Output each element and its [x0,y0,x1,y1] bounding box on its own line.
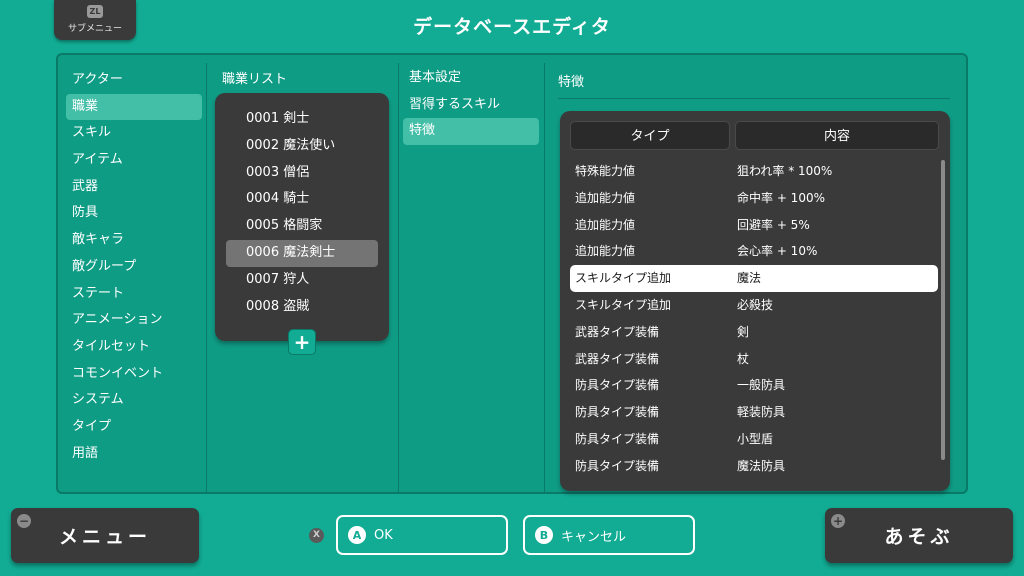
a-button-icon: A [348,526,366,544]
category-item[interactable]: アイテム [66,147,202,174]
tab-item[interactable]: 習得するスキル [403,92,539,119]
category-list: アクター 職業 スキル アイテム 武器 防具 敵キャラ 敵グループ ステート アニメーション タイ… [66,67,202,467]
plus-icon: + [831,514,845,528]
traits-title: 特徴 [558,75,585,90]
traits-table: タイプ 内容 特殊能力値 狙われ率 * 100% 追加能力値 命中率 + 100% 追加… [560,111,950,491]
column-header-value[interactable]: 内容 [735,121,939,150]
trait-value: 剣 [737,324,750,339]
category-header[interactable]: アクター [66,67,202,94]
category-item[interactable]: 防具 [66,200,202,227]
column-header-type[interactable]: タイプ [570,121,730,150]
trait-type: 防具タイプ装備 [575,405,660,420]
play-button[interactable]: + あそぶ [825,508,1013,563]
ok-button-label: OK [374,527,393,543]
trait-value: 魔法防具 [737,458,786,473]
trait-type: 追加能力値 [575,190,636,205]
add-class-button[interactable]: + [288,329,316,355]
class-list-item[interactable]: 0005 格闘家 [226,213,378,240]
class-list-item[interactable]: 0006 魔法剣士 [226,239,378,267]
editor-tabs: 基本設定 習得するスキル 特徴 [403,65,539,146]
trait-row[interactable]: 防具タイプ装備 一般防具 [570,372,938,399]
trait-value: 杖 [737,351,750,366]
trait-type: スキルタイプ追加 [575,298,672,312]
category-item[interactable]: システム [66,387,202,414]
class-list-item[interactable]: 0007 狩人 [226,267,378,294]
category-item[interactable]: タイルセット [66,334,202,361]
cancel-button-label: キャンセル [561,529,627,545]
trait-row[interactable]: 追加能力値 回避率 + 5% [570,212,938,239]
trait-value: 魔法 [737,271,762,286]
tab-item[interactable]: 基本設定 [403,65,539,92]
plus-icon: + [293,330,311,354]
category-item[interactable]: 武器 [66,174,202,201]
trait-row[interactable]: 防具タイプ装備 小型盾 [570,426,938,453]
trait-value: 一般防具 [737,378,786,393]
x-button-icon: X [309,528,324,543]
category-item[interactable]: ステート [66,281,202,308]
class-list-item[interactable]: 0008 盗賊 [226,294,378,321]
category-item[interactable]: タイプ [66,414,202,441]
trait-value: 軽装防具 [737,405,786,420]
trait-type: スキルタイプ追加 [575,271,672,286]
play-button-label: あそぶ [884,526,954,548]
trait-type: 武器タイプ装備 [575,351,660,366]
column-divider [544,63,545,492]
trait-row[interactable]: 追加能力値 会心率 + 10% [570,238,938,265]
class-list-box: 0001 剣士 0002 魔法使い 0003 僧侶 0004 騎士 0005 格闘家 00… [215,93,389,355]
trait-value: 回避率 + 5% [737,217,810,232]
menu-button[interactable]: − メニュー [11,508,199,563]
trait-row[interactable]: スキルタイプ追加 魔法 [570,265,938,292]
trait-type: 特殊能力値 [575,164,636,178]
trait-type: 追加能力値 [575,244,636,259]
column-divider [398,63,399,492]
class-list-item[interactable]: 0004 騎士 [226,186,378,213]
trait-row[interactable]: 特殊能力値 狙われ率 * 100% [570,158,938,185]
traits-divider [558,98,950,99]
trait-type: 武器タイプ装備 [575,324,660,339]
category-item[interactable]: 用語 [66,441,202,468]
category-item[interactable]: 職業 [66,93,202,121]
page-title: データベースエディタ [413,16,611,38]
category-item[interactable]: 敵キャラ [66,227,202,254]
trait-row[interactable]: 防具タイプ装備 軽装防具 [570,399,938,426]
category-item[interactable]: スキル [66,120,202,147]
menu-button-label: メニュー [58,526,151,548]
category-item[interactable]: コモンイベント [66,361,202,388]
trait-type: 防具タイプ装備 [575,432,660,446]
trait-row[interactable]: 武器タイプ装備 杖 [570,346,938,373]
trait-type: 防具タイプ装備 [575,378,660,393]
category-item[interactable]: アニメーション [66,307,202,334]
minus-icon: − [17,514,31,528]
class-list-title: 職業リスト [222,72,288,87]
trait-row[interactable]: 武器タイプ装備 剣 [570,319,938,346]
ok-button[interactable]: A OK [336,515,508,555]
trait-value: 必殺技 [737,298,774,312]
cancel-button[interactable]: B キャンセル [523,515,695,555]
tab-item[interactable]: 特徴 [403,118,539,146]
class-list-item[interactable]: 0001 剣士 [226,106,378,133]
column-divider [206,63,207,492]
trait-row[interactable]: スキルタイプ追加 必殺技 [570,292,938,319]
trait-row[interactable]: 追加能力値 命中率 + 100% [570,185,938,212]
traits-scrollbar[interactable] [941,160,945,460]
trait-value: 小型盾 [737,432,774,446]
trait-type: 追加能力値 [575,217,636,232]
database-editor-panel: アクター 職業 スキル アイテム 武器 防具 敵キャラ 敵グループ ステート アニメーション タイ… [56,53,968,494]
class-list-item[interactable]: 0003 僧侶 [226,160,378,187]
trait-type: 防具タイプ装備 [575,458,660,473]
class-list-item[interactable]: 0002 魔法使い [226,133,378,160]
category-item[interactable]: 敵グループ [66,254,202,281]
trait-value: 会心率 + 10% [737,244,818,259]
trait-row[interactable]: 防具タイプ装備 魔法防具 [570,453,938,480]
trait-value: 狙われ率 * 100% [737,164,833,178]
trait-value: 命中率 + 100% [737,190,825,205]
b-button-icon: B [535,526,553,544]
